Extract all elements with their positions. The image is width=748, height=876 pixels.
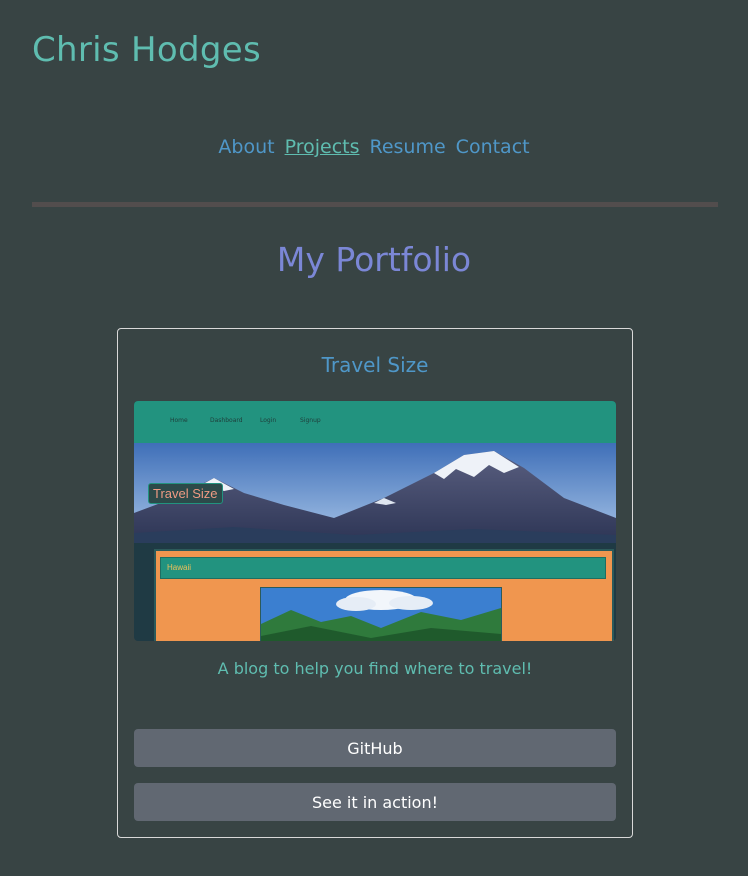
live-demo-button[interactable]: See it in action! <box>134 783 616 821</box>
screenshot-nav-signup: Signup <box>300 417 321 424</box>
header-divider <box>32 202 718 207</box>
screenshot-post-panel: Hawaii <box>154 549 614 641</box>
nav-projects[interactable]: Projects <box>285 136 360 158</box>
page: Chris Hodges About Projects Resume Conta… <box>0 0 748 876</box>
site-title[interactable]: Chris Hodges <box>32 30 261 70</box>
project-description: A blog to help you find where to travel! <box>217 659 533 678</box>
screenshot-post-title: Hawaii <box>167 563 192 572</box>
screenshot-navbar: Home Dashboard Login Signup <box>134 401 616 443</box>
nav-contact[interactable]: Contact <box>456 136 530 158</box>
screenshot-logo: Travel Size <box>148 483 223 504</box>
project-title: Travel Size <box>321 353 429 377</box>
screenshot-nav-login: Login <box>260 417 277 424</box>
project-card: Travel Size Home Dashboard Login Signup <box>117 328 633 838</box>
screenshot-post-photo <box>260 587 502 641</box>
nav-resume[interactable]: Resume <box>369 136 445 158</box>
screenshot-hero-mountains: Travel Size <box>134 443 616 543</box>
nav-about[interactable]: About <box>218 136 274 158</box>
screenshot-nav-dashboard: Dashboard <box>210 417 243 424</box>
main-nav: About Projects Resume Contact <box>0 136 748 158</box>
screenshot-post-header: Hawaii <box>160 557 606 579</box>
portfolio-heading: My Portfolio <box>276 240 472 279</box>
screenshot-nav-home: Home <box>170 417 188 424</box>
project-screenshot: Home Dashboard Login Signup Travel Size … <box>134 401 616 641</box>
github-button[interactable]: GitHub <box>134 729 616 767</box>
